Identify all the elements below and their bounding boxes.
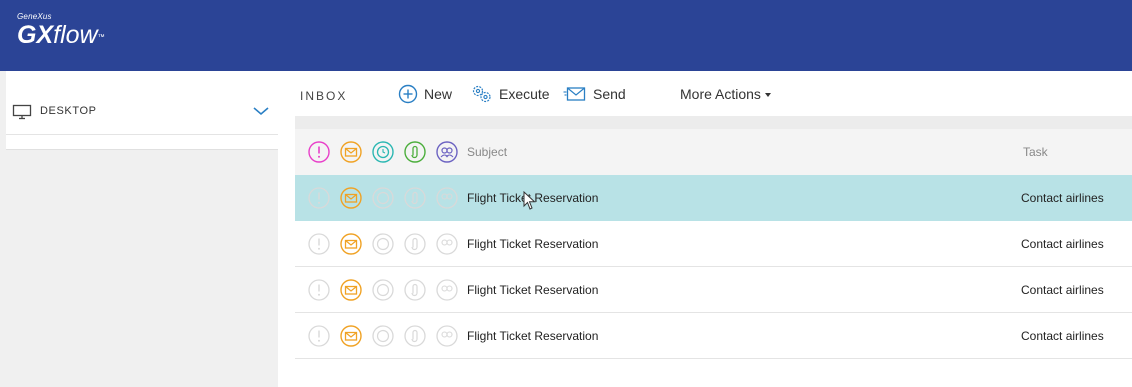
clock-circle-icon	[372, 187, 394, 209]
exclamation-circle-icon	[308, 279, 330, 301]
row-task: Contact airlines	[1021, 191, 1104, 205]
clock-circle-icon[interactable]	[371, 140, 395, 164]
row-task: Contact airlines	[1021, 329, 1104, 343]
sidebar-item-label: DESKTOP	[40, 105, 97, 117]
envelope-circle-icon[interactable]	[339, 324, 363, 348]
send-envelope-icon	[563, 86, 586, 101]
inbox-title: INBOX	[300, 88, 348, 103]
column-header-subject[interactable]: Subject	[467, 145, 507, 159]
more-actions-dropdown[interactable]: More Actions	[680, 71, 771, 116]
app-header: GeneXus GXflow™	[0, 0, 1132, 71]
exclamation-circle-icon	[308, 187, 330, 209]
row-subject[interactable]: Flight Ticket Reservation	[467, 283, 598, 297]
exclamation-circle-icon	[308, 233, 330, 255]
toolbar: INBOX New Execute Send More Actions	[278, 71, 1132, 116]
row-subject[interactable]: Flight Ticket Reservation	[467, 329, 598, 343]
logo-gx-text: GX	[17, 21, 54, 49]
logo-flow-text: flow	[53, 21, 98, 49]
new-button-label: New	[424, 85, 453, 102]
sidebar-item-desktop[interactable]: DESKTOP	[6, 71, 278, 135]
sidebar-panel: DESKTOP	[6, 71, 278, 150]
table-row[interactable]: Flight Ticket Reservation Contact airlin…	[295, 221, 1132, 267]
envelope-circle-icon[interactable]	[339, 140, 363, 164]
exclamation-circle-icon	[308, 325, 330, 347]
paperclip-circle-icon	[404, 233, 426, 255]
clock-circle-icon	[372, 233, 394, 255]
row-task: Contact airlines	[1021, 237, 1104, 251]
chevron-down-icon[interactable]	[252, 105, 270, 117]
exclamation-circle-icon[interactable]	[307, 140, 331, 164]
caret-down-icon	[764, 92, 771, 97]
clock-circle-icon	[372, 325, 394, 347]
table-row[interactable]: Flight Ticket Reservation Contact airlin…	[295, 267, 1132, 313]
sidebar: DESKTOP	[0, 71, 278, 387]
grid-header-row: Subject Task	[295, 129, 1132, 175]
table-row[interactable]: Flight Ticket Reservation Contact airlin…	[295, 175, 1132, 221]
plus-circle-icon	[398, 84, 418, 103]
row-subject[interactable]: Flight Ticket Reservation	[467, 237, 598, 251]
column-header-task[interactable]: Task	[1023, 145, 1048, 159]
logo-trademark: ™	[97, 34, 105, 41]
monitor-icon	[12, 104, 32, 120]
people-circle-icon[interactable]	[435, 140, 459, 164]
table-row[interactable]: Flight Ticket Reservation Contact airlin…	[295, 313, 1132, 359]
paperclip-circle-icon	[404, 279, 426, 301]
row-task: Contact airlines	[1021, 283, 1104, 297]
logo-genexus-text: GeneXus	[17, 12, 52, 21]
gears-icon	[472, 85, 491, 102]
more-actions-label: More Actions	[680, 85, 761, 102]
people-circle-icon	[436, 325, 458, 347]
paperclip-circle-icon	[404, 187, 426, 209]
gxflow-logo[interactable]: GeneXus GXflow™	[17, 12, 105, 49]
new-button[interactable]: New	[398, 71, 452, 116]
people-circle-icon	[436, 233, 458, 255]
paperclip-circle-icon[interactable]	[403, 140, 427, 164]
execute-button[interactable]: Execute	[471, 71, 550, 116]
paperclip-circle-icon	[404, 325, 426, 347]
send-button-label: Send	[593, 85, 626, 102]
envelope-circle-icon[interactable]	[339, 186, 363, 210]
mouse-cursor-icon	[523, 191, 536, 210]
gxflow-app: GeneXus GXflow™ DESKTOP INBOX New Execut…	[0, 0, 1132, 387]
execute-button-label: Execute	[499, 85, 550, 102]
clock-circle-icon	[372, 279, 394, 301]
people-circle-icon	[436, 187, 458, 209]
envelope-circle-icon[interactable]	[339, 232, 363, 256]
grid-top-strip	[295, 116, 1132, 129]
people-circle-icon	[436, 279, 458, 301]
send-button[interactable]: Send	[563, 71, 626, 116]
envelope-circle-icon[interactable]	[339, 278, 363, 302]
